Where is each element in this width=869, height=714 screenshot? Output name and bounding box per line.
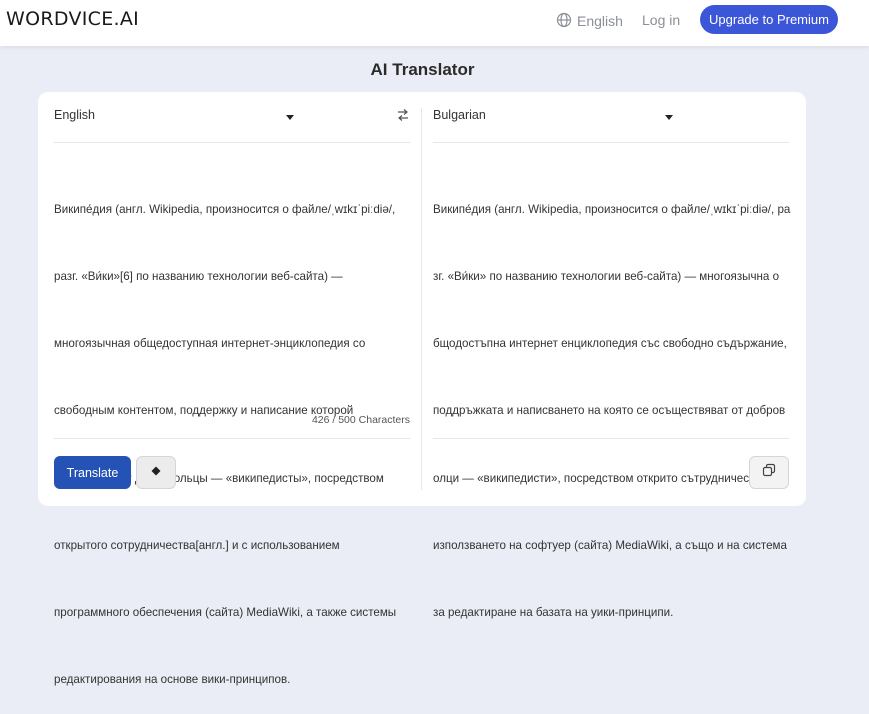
source-text-line: редактирования на основе вики-принципов. — [54, 673, 291, 687]
source-header-divider — [54, 142, 410, 143]
target-text-line: за редактиране на базата на уики-принцип… — [433, 606, 674, 620]
target-text-area[interactable]: Википе́дия (англ. Wikipedia, произноситс… — [433, 154, 790, 647]
source-language-select[interactable]: English — [54, 108, 95, 126]
logo[interactable]: WORDVICE.AI — [6, 8, 139, 30]
source-text-line: Википе́дия (англ. Wikipedia, произноситс… — [54, 202, 396, 216]
erase-button[interactable] — [136, 456, 176, 489]
target-header-divider — [433, 142, 789, 143]
copy-icon — [762, 463, 776, 482]
globe-icon — [556, 12, 572, 31]
source-text-area[interactable]: Википе́дия (англ. Wikipedia, произноситс… — [54, 154, 396, 714]
source-footer-divider — [54, 438, 410, 439]
source-text-line: разг. «Ви́ки»[6] по названию технологии … — [54, 270, 343, 284]
copy-button[interactable] — [749, 456, 789, 489]
eraser-icon — [150, 464, 162, 482]
panel-divider — [421, 108, 422, 490]
target-text-line: зг. «Ви́ки» по названию технологии веб-с… — [433, 270, 780, 284]
target-text-line: бщодостъпна интернет енциклопедия със св… — [433, 337, 787, 351]
top-navigation-bar: WORDVICE.AI English Log in Upgrade to Pr… — [0, 0, 869, 46]
target-language-select[interactable]: Bulgarian — [433, 108, 486, 126]
target-text-line: олци — «википедисти», посредством открит… — [433, 471, 786, 485]
source-text-line: многоязычная общедоступная интернет-энци… — [54, 337, 366, 351]
translate-button[interactable]: Translate — [54, 456, 131, 489]
character-counter: 426 / 500 Characters — [311, 414, 410, 426]
source-caret-down-icon[interactable] — [286, 115, 294, 120]
target-text-line: Википе́дия (англ. Wikipedia, произноситс… — [433, 202, 791, 216]
target-text-line: използването на софтуер (сайта) MediaWik… — [433, 538, 787, 552]
target-footer-divider — [433, 438, 789, 439]
target-text-line: поддръжката и написването на която се ос… — [433, 404, 786, 418]
source-text-line: программного обеспечения (сайта) MediaWi… — [54, 606, 397, 620]
upgrade-premium-button[interactable]: Upgrade to Premium — [700, 5, 838, 34]
language-link-label: English — [577, 13, 623, 29]
login-link[interactable]: Log in — [642, 12, 680, 28]
page-title: AI Translator — [370, 60, 475, 79]
swap-icon[interactable] — [396, 108, 410, 125]
source-text-line: открытого сотрудничества[англ.] и с испо… — [54, 538, 340, 552]
target-caret-down-icon[interactable] — [665, 115, 673, 120]
language-selector-link[interactable]: English — [556, 11, 623, 31]
